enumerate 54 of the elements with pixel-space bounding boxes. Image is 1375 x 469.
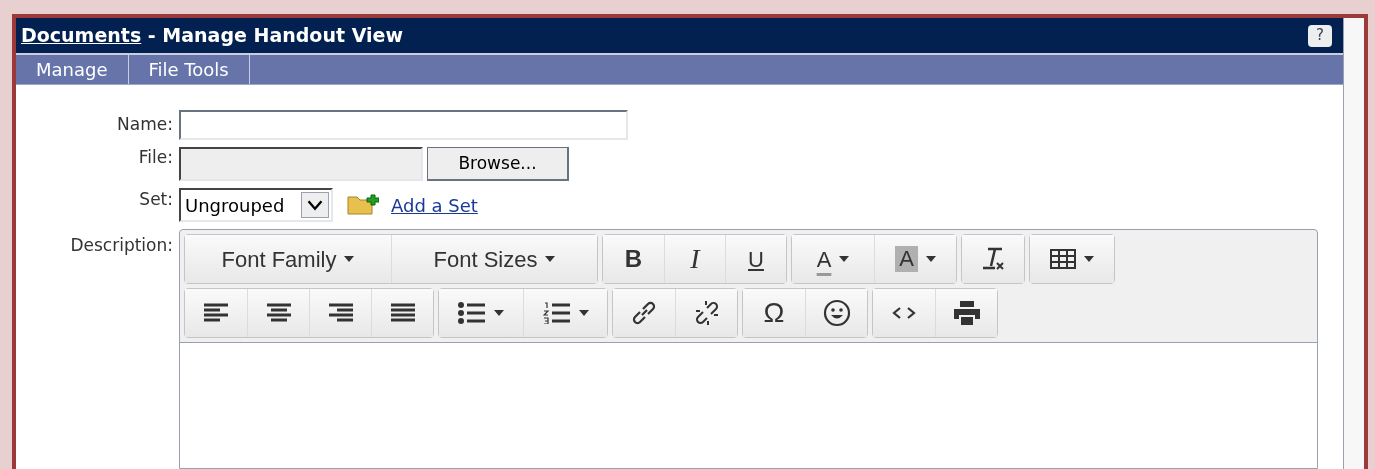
align-center-icon (265, 302, 292, 324)
documents-link[interactable]: Documents (21, 21, 142, 50)
clear-formatting-icon (980, 246, 1006, 272)
align-right-button[interactable] (309, 289, 371, 337)
help-button[interactable]: ? (1308, 24, 1332, 47)
window-title: - Manage Handout View (146, 23, 403, 49)
caret-icon (545, 256, 556, 262)
highlighted-letter: A (895, 246, 918, 272)
caret-icon (925, 256, 936, 262)
align-left-button[interactable] (185, 289, 247, 337)
align-center-button[interactable] (247, 289, 309, 337)
caret-icon (1084, 256, 1094, 262)
link-button[interactable] (613, 289, 675, 337)
numbered-list-button[interactable] (523, 289, 607, 337)
caret-icon (578, 310, 589, 316)
align-right-icon (327, 302, 354, 324)
description-label: Description: (69, 234, 174, 257)
folder-add-icon[interactable] (347, 194, 379, 216)
print-button[interactable] (935, 289, 997, 337)
caret-icon (839, 256, 850, 262)
text-color-button[interactable]: A (792, 235, 874, 283)
dropdown-button[interactable]: Font Sizes (391, 235, 597, 283)
align-left-icon (203, 302, 229, 324)
caret-icon (344, 256, 355, 262)
highlight-color-button[interactable]: A (874, 235, 956, 283)
italic-button[interactable]: I (664, 235, 725, 283)
name-field[interactable] (179, 110, 628, 140)
bold-button[interactable]: B (603, 235, 664, 283)
table-icon (1050, 249, 1076, 269)
print-icon (952, 300, 981, 326)
link-icon (631, 300, 657, 326)
chevron-icon (301, 192, 329, 218)
numbered-list-icon (542, 302, 571, 324)
emoji-button[interactable] (805, 289, 867, 337)
set-dropdown[interactable]: Ungrouped (179, 188, 333, 222)
dropdown-button[interactable]: Font Family (185, 235, 391, 283)
smiley-icon (822, 299, 851, 327)
code-icon (892, 306, 916, 320)
set-label: Set: (138, 188, 174, 211)
caret-icon (494, 310, 504, 316)
add-set-link[interactable]: Add a Set (391, 191, 478, 219)
bullet-list-icon (458, 302, 486, 324)
special-character-button[interactable]: Ω (743, 289, 805, 337)
unlink-button[interactable] (675, 289, 737, 337)
clear-formatting-button[interactable] (962, 235, 1024, 283)
name-label: Name: (116, 113, 174, 137)
bullet-list-button[interactable] (439, 289, 523, 337)
file-label: File: (137, 146, 174, 169)
file-field[interactable] (179, 147, 423, 181)
justify-icon (389, 302, 416, 324)
underline-button[interactable]: U (725, 235, 786, 283)
browse-button[interactable]: Browse... (427, 147, 569, 181)
table-button[interactable] (1030, 235, 1114, 283)
justify-button[interactable] (371, 289, 433, 337)
